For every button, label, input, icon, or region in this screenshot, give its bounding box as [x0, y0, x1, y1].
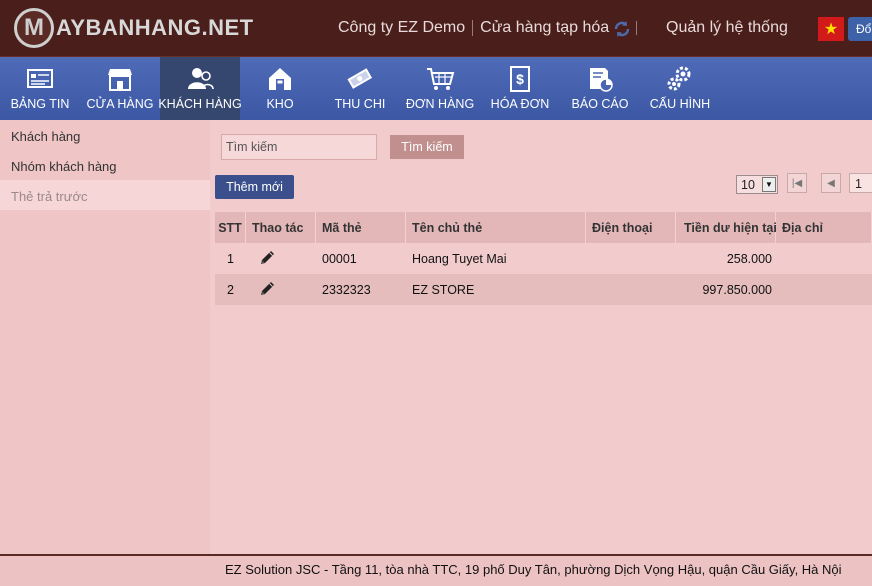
nav-label: Thu chi	[334, 97, 386, 111]
nav-label: Cấu hình	[649, 97, 711, 111]
nav-label: Đơn hàng	[405, 97, 475, 111]
nav-label: Hóa đơn	[490, 97, 550, 111]
footer-text: EZ Solution JSC - Tầng 11, tòa nhà TTC, …	[225, 562, 842, 577]
nav-label: Báo cáo	[571, 97, 629, 111]
dashboard-icon	[27, 69, 53, 88]
search-button[interactable]: Tìm kiếm	[390, 135, 464, 159]
search-input[interactable]	[221, 134, 377, 160]
sidebar-item-prepaid-cards[interactable]: Thẻ trả trước	[0, 180, 210, 210]
sidebar: Khách hàng Nhóm khách hàng Thẻ trả trước	[0, 120, 210, 554]
report-icon	[590, 68, 613, 92]
divider	[472, 20, 474, 36]
cell-balance: 997.850.000	[702, 283, 772, 297]
cell-card-code: 00001	[322, 252, 357, 266]
first-page-icon[interactable]: |◀	[787, 173, 807, 193]
cell-address	[776, 243, 872, 274]
cell-action	[246, 274, 316, 305]
table-header: STT Thao tác Mã thẻ Tên chủ thẻ Điện tho…	[215, 212, 872, 243]
nav-label: Bảng tin	[10, 97, 70, 111]
vietnam-flag-icon[interactable]: ★	[818, 17, 844, 41]
nav-item-store[interactable]: Cửa hàng	[80, 57, 160, 120]
customers-icon	[188, 68, 214, 90]
footer: EZ Solution JSC - Tầng 11, tòa nhà TTC, …	[0, 554, 872, 586]
company-name[interactable]: Công ty EZ Demo	[338, 19, 465, 37]
col-address[interactable]: Địa chỉ	[776, 212, 872, 243]
page-number-input[interactable]: 1	[849, 173, 872, 193]
cart-icon	[427, 68, 455, 90]
nav-label: Kho	[266, 97, 294, 111]
cell-stt: 2	[227, 283, 234, 297]
col-card-owner[interactable]: Tên chủ thẻ	[406, 212, 586, 243]
logo-text: AYBANHANG.NET	[56, 15, 254, 40]
edit-icon[interactable]	[258, 280, 276, 298]
store-name[interactable]: Cửa hàng tạp hóa	[480, 19, 609, 37]
edit-icon[interactable]	[258, 249, 276, 267]
sync-icon[interactable]	[612, 19, 632, 39]
company-store-info: Công ty EZ Demo Cửa hàng tạp hóa	[338, 19, 609, 37]
nav-label: Cửa hàng	[86, 97, 154, 111]
store-icon	[108, 69, 132, 91]
page-size-select[interactable]: 10 ▼	[736, 175, 778, 194]
nav-item-customers[interactable]: Khách hàng	[158, 57, 242, 120]
nav-item-invoices[interactable]: $ Hóa đơn	[480, 57, 560, 120]
logo[interactable]: M AYBANHANG.NET	[14, 8, 254, 48]
prev-page-icon[interactable]: ◀	[821, 173, 841, 193]
divider	[636, 21, 637, 35]
settings-icon	[667, 66, 691, 91]
col-card-code[interactable]: Mã thẻ	[316, 212, 406, 243]
nav-item-warehouse[interactable]: Kho	[240, 57, 320, 120]
cell-card-owner: EZ STORE	[412, 283, 475, 297]
sidebar-item-customer-groups[interactable]: Nhóm khách hàng	[0, 150, 210, 180]
nav-item-reports[interactable]: Báo cáo	[560, 57, 640, 120]
money-icon	[347, 68, 373, 89]
language-button[interactable]: Đổ	[848, 17, 872, 41]
cell-card-code: 2332323	[322, 283, 371, 297]
nav-item-settings[interactable]: Cấu hình	[640, 57, 720, 120]
col-balance[interactable]: Tiền dư hiện tại	[676, 212, 777, 243]
top-header: M AYBANHANG.NET Công ty EZ Demo Cửa hàng…	[0, 0, 872, 57]
admin-menu[interactable]: Quản lý hệ thống	[666, 19, 788, 37]
prepaid-card-table: STT Thao tác Mã thẻ Tên chủ thẻ Điện tho…	[215, 212, 872, 305]
cell-card-owner: Hoang Tuyet Mai	[412, 252, 507, 266]
cell-phone	[586, 274, 676, 305]
main-content: Tìm kiếm Thêm mới 10 ▼ |◀ ◀ 1 STT Thao t…	[215, 120, 872, 554]
cell-stt: 1	[227, 252, 234, 266]
chevron-down-icon[interactable]: ▼	[762, 177, 776, 192]
cell-phone	[586, 243, 676, 274]
col-phone[interactable]: Điện thoại	[586, 212, 676, 243]
table-row[interactable]: 2 2332323 EZ STORE 997.850.000	[215, 274, 872, 305]
sidebar-item-customers[interactable]: Khách hàng	[0, 120, 210, 150]
page-size-value: 10	[741, 178, 755, 192]
cell-action	[246, 243, 316, 274]
col-stt[interactable]: STT	[215, 212, 246, 243]
nav-label: Khách hàng	[158, 97, 242, 111]
nav-item-orders[interactable]: Đơn hàng	[400, 57, 480, 120]
nav-item-dashboard[interactable]: Bảng tin	[0, 57, 80, 120]
cell-address	[776, 274, 872, 305]
invoice-icon: $	[510, 66, 530, 92]
logo-mark: M	[14, 8, 54, 48]
main-nav: Bảng tin Cửa hàng Khách hàng Kho	[0, 57, 872, 120]
warehouse-icon	[269, 68, 291, 90]
svg-text:$: $	[516, 71, 524, 87]
cell-balance: 258.000	[726, 252, 772, 266]
col-action[interactable]: Thao tác	[246, 212, 316, 243]
add-new-button[interactable]: Thêm mới	[215, 175, 294, 199]
table-row[interactable]: 1 00001 Hoang Tuyet Mai 258.000	[215, 243, 872, 274]
nav-item-cashflow[interactable]: Thu chi	[320, 57, 400, 120]
